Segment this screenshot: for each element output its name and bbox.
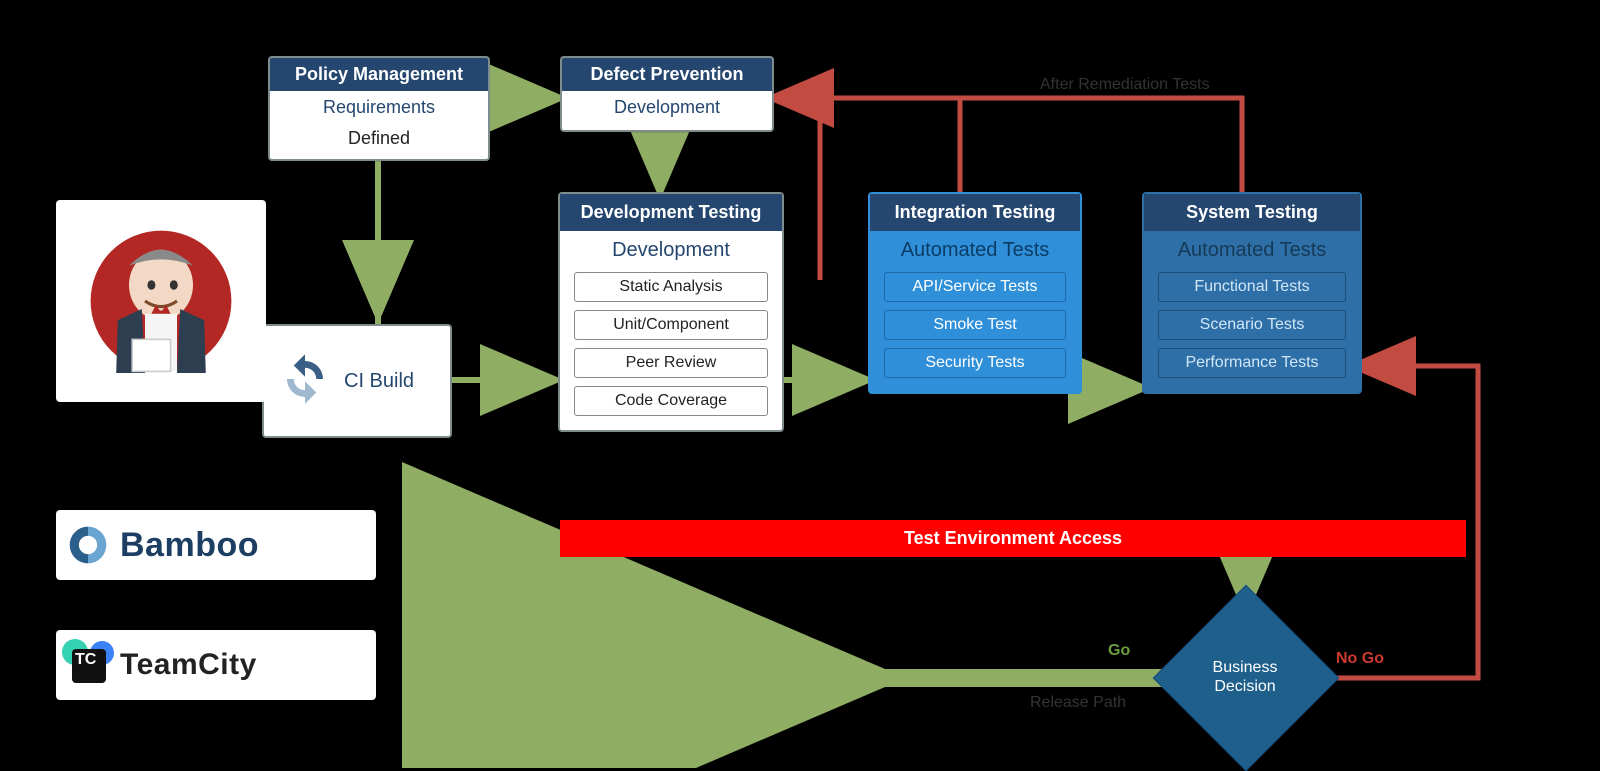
node-title: Defect Prevention xyxy=(562,58,772,91)
chip-list: Static Analysis Unit/Component Peer Revi… xyxy=(560,268,782,430)
chip: Static Analysis xyxy=(574,272,768,302)
node-development-testing: Development Testing Development Static A… xyxy=(558,192,784,432)
cycle-icon xyxy=(278,352,332,411)
node-integration-testing: Integration Testing Automated Tests API/… xyxy=(868,192,1082,394)
edge-label-go: Go xyxy=(1108,642,1130,660)
node-subtitle: Requirements xyxy=(270,91,488,124)
chip: Peer Review xyxy=(574,348,768,378)
node-title: Integration Testing xyxy=(870,194,1080,231)
bamboo-icon xyxy=(66,523,110,567)
node-title: Development Testing xyxy=(560,194,782,231)
edge-label-no-go: No Go xyxy=(1336,650,1384,668)
node-defect-prevention: Defect Prevention Development xyxy=(560,56,774,132)
node-ci-build: CI Build xyxy=(262,324,452,438)
node-body: Defined xyxy=(270,124,488,159)
test-environment-bar: Test Environment Access xyxy=(560,520,1466,557)
logo-jenkins xyxy=(56,200,266,402)
chip-list: API/Service Tests Smoke Test Security Te… xyxy=(870,268,1080,392)
edge-label-remediation: After Remediation Tests xyxy=(1040,76,1210,94)
node-title: Policy Management xyxy=(270,58,488,91)
chip: Performance Tests xyxy=(1158,348,1346,378)
node-business-decision: Business Decision xyxy=(1180,612,1310,742)
ci-label: CI Build xyxy=(344,370,414,392)
logo-bamboo: Bamboo xyxy=(56,510,376,580)
chip: Smoke Test xyxy=(884,310,1066,340)
chip: Unit/Component xyxy=(574,310,768,340)
chip: API/Service Tests xyxy=(884,272,1066,302)
chip: Functional Tests xyxy=(1158,272,1346,302)
node-title: System Testing xyxy=(1144,194,1360,231)
node-subtitle: Automated Tests xyxy=(870,231,1080,268)
node-subtitle: Development xyxy=(560,231,782,268)
edge-label-release: Release Path xyxy=(1030,694,1126,712)
decision-label: Business Decision xyxy=(1180,658,1310,696)
node-body: Development xyxy=(562,91,772,130)
bamboo-label: Bamboo xyxy=(120,526,259,565)
chip: Code Coverage xyxy=(574,386,768,416)
chip: Security Tests xyxy=(884,348,1066,378)
node-subtitle: Automated Tests xyxy=(1144,231,1360,268)
chip-list: Functional Tests Scenario Tests Performa… xyxy=(1144,268,1360,392)
logo-teamcity: TC TeamCity xyxy=(56,630,376,700)
teamcity-label: TeamCity xyxy=(120,648,257,682)
jenkins-icon xyxy=(81,216,241,386)
teamcity-icon: TC xyxy=(66,643,110,687)
node-system-testing: System Testing Automated Tests Functiona… xyxy=(1142,192,1362,394)
chip: Scenario Tests xyxy=(1158,310,1346,340)
node-policy-management: Policy Management Requirements Defined xyxy=(268,56,490,161)
